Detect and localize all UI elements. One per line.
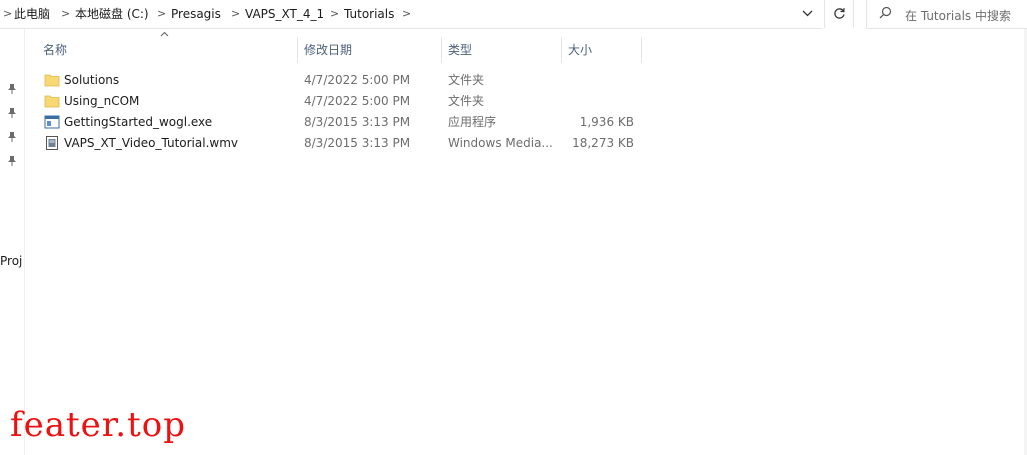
search-input[interactable]: 在 Tutorials 中搜索	[905, 7, 1011, 24]
breadcrumb-separator[interactable]: >	[3, 6, 12, 22]
file-name: GettingStarted_wogl.exe	[64, 115, 213, 129]
file-type: Windows Media...	[448, 136, 553, 150]
column-header-size[interactable]: 大小	[568, 37, 592, 63]
column-header-type[interactable]: 类型	[448, 37, 472, 63]
column-header-name[interactable]: 名称	[43, 37, 67, 63]
breadcrumb-separator[interactable]: >	[157, 6, 166, 22]
breadcrumb-separator[interactable]: >	[402, 6, 411, 22]
breadcrumb-separator[interactable]: >	[231, 6, 240, 22]
file-row-video-tutorial[interactable]: VAPS_XT_Video_Tutorial.wmv 8/3/2015 3:13…	[40, 133, 640, 154]
column-divider[interactable]	[441, 37, 442, 63]
breadcrumb-item-tutorials[interactable]: Tutorials	[344, 6, 394, 22]
column-divider[interactable]	[561, 37, 562, 63]
refresh-icon	[833, 8, 845, 19]
file-size: 18,273 KB	[572, 136, 634, 150]
column-divider[interactable]	[641, 37, 642, 63]
column-divider[interactable]	[297, 37, 298, 63]
breadcrumb-item-vaps[interactable]: VAPS_XT_4_1	[245, 6, 324, 22]
pin-icon[interactable]	[6, 131, 18, 143]
breadcrumb-separator[interactable]: >	[61, 6, 70, 22]
file-type: 文件夹	[448, 73, 485, 87]
file-date: 8/3/2015 3:13 PM	[304, 115, 411, 129]
column-header-date[interactable]: 修改日期	[304, 37, 352, 63]
breadcrumb-item-this-pc[interactable]: 此电脑	[14, 6, 50, 22]
file-row-solutions[interactable]: Solutions 4/7/2022 5:00 PM 文件夹	[40, 70, 640, 91]
address-bar[interactable]: > 此电脑 > 本地磁盘 (C:) > Presagis > VAPS_XT_4…	[0, 0, 822, 29]
navigation-pane: Proj	[0, 29, 25, 455]
search-box[interactable]: 在 Tutorials 中搜索	[866, 0, 1027, 29]
nav-item-proj[interactable]: Proj	[0, 254, 22, 268]
file-size: 1,936 KB	[579, 115, 634, 129]
folder-icon	[44, 73, 60, 87]
exe-icon	[44, 115, 60, 129]
chevron-down-icon	[802, 10, 812, 17]
file-date: 4/7/2022 5:00 PM	[304, 94, 411, 108]
pin-icon[interactable]	[6, 107, 18, 119]
video-file-icon	[44, 136, 60, 150]
pin-icon[interactable]	[6, 155, 18, 167]
file-row-using-ncom[interactable]: Using_nCOM 4/7/2022 5:00 PM 文件夹	[40, 91, 640, 112]
address-history-dropdown[interactable]	[797, 5, 817, 23]
file-name: VAPS_XT_Video_Tutorial.wmv	[64, 136, 238, 150]
file-name: Using_nCOM	[64, 94, 140, 108]
file-type: 文件夹	[448, 94, 485, 108]
breadcrumb-item-presagis[interactable]: Presagis	[171, 6, 221, 22]
file-date: 4/7/2022 5:00 PM	[304, 73, 411, 87]
file-row-gettingstarted[interactable]: GettingStarted_wogl.exe 8/3/2015 3:13 PM…	[40, 112, 640, 133]
file-date: 8/3/2015 3:13 PM	[304, 136, 411, 150]
file-type: 应用程序	[448, 115, 497, 129]
watermark-text: feater.top	[10, 405, 186, 445]
pin-icon[interactable]	[6, 83, 18, 95]
breadcrumb-separator[interactable]: >	[330, 6, 339, 22]
search-icon	[879, 6, 892, 23]
breadcrumb-item-local-disk[interactable]: 本地磁盘 (C:)	[75, 6, 149, 22]
folder-icon	[44, 94, 60, 108]
sort-ascending-icon	[160, 30, 169, 40]
refresh-button[interactable]	[824, 0, 854, 28]
file-name: Solutions	[64, 73, 120, 87]
address-bar-row: > 此电脑 > 本地磁盘 (C:) > Presagis > VAPS_XT_4…	[0, 0, 1027, 29]
